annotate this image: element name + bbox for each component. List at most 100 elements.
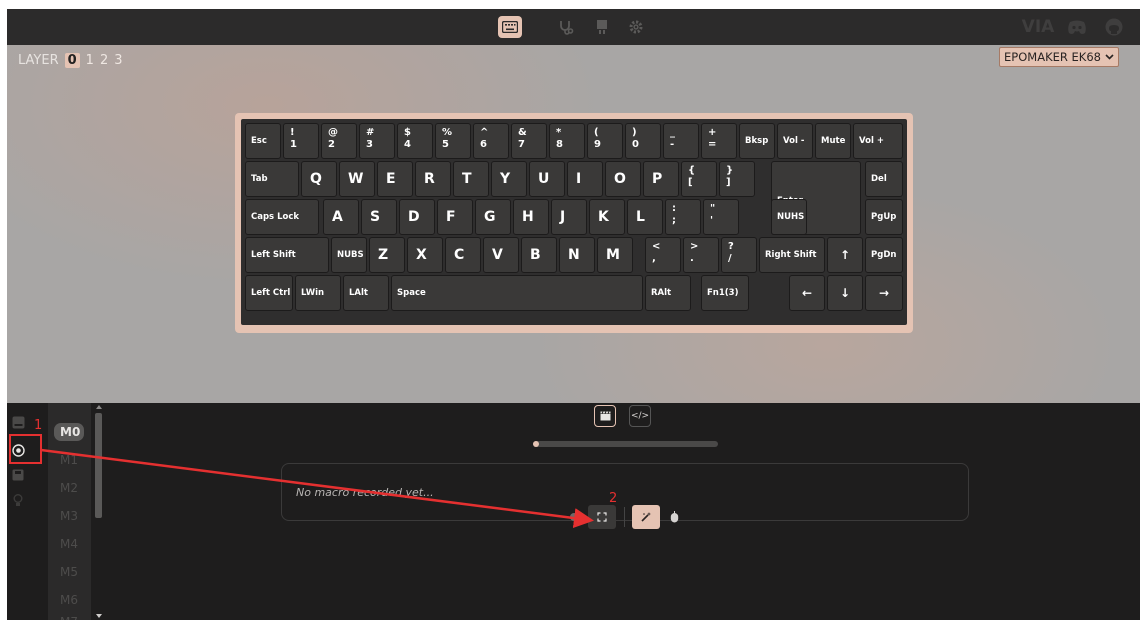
macro-item-m2[interactable]: M2 [54,479,86,497]
layer-2-button[interactable]: 2 [100,53,108,68]
macro-tab-recorder[interactable] [594,405,616,427]
nav-settings[interactable] [624,16,648,38]
nav-design[interactable] [590,16,614,38]
key-i[interactable]: I [567,161,603,197]
macro-item-m0[interactable]: M0 [54,423,84,441]
key-nuhs[interactable]: NUHS [771,199,807,235]
key-l[interactable]: L [627,199,663,235]
key-right-shift[interactable]: Right Shift [759,237,825,273]
scrollbar-thumb[interactable] [95,413,102,518]
sidebar-item-lighting[interactable] [11,493,25,507]
layer-3-button[interactable]: 3 [114,53,122,68]
macro-item-m1[interactable]: M1 [54,451,86,469]
macro-item-m4[interactable]: M4 [54,535,86,553]
key-j[interactable]: J [551,199,587,235]
macro-item-m7[interactable]: M7 [54,613,86,620]
key-space[interactable]: Space [391,275,643,311]
key-vol-up[interactable]: Vol + [853,123,903,159]
key-s[interactable]: S [361,199,397,235]
key-page-up[interactable]: PgUp [865,199,903,235]
key-0[interactable]: ) 0 [625,123,661,159]
key-e[interactable]: E [377,161,413,197]
macro-item-m6[interactable]: M6 [54,591,86,609]
key-p[interactable]: P [643,161,679,197]
key-arrow-down[interactable]: ↓ [827,275,863,311]
key-4[interactable]: $4 [397,123,433,159]
macro-item-m3[interactable]: M3 [54,507,86,525]
key-3[interactable]: #3 [359,123,395,159]
layer-0-button[interactable]: 0 [64,53,80,68]
key-k[interactable]: K [589,199,625,235]
key-6[interactable]: ^ 6 [473,123,509,159]
fullscreen-button[interactable] [588,505,616,529]
key-tab[interactable]: Tab [245,161,299,197]
key-a[interactable]: A [323,199,359,235]
key-h[interactable]: H [513,199,549,235]
key-delete[interactable]: Del [865,161,903,197]
key-y[interactable]: Y [491,161,527,197]
key-page-down[interactable]: PgDn [865,237,903,273]
key-nubs[interactable]: NUBS [331,237,367,273]
key-w[interactable]: W [339,161,375,197]
key-g[interactable]: G [475,199,511,235]
macro-tab-script[interactable]: </> [629,405,651,427]
key-v[interactable]: V [483,237,519,273]
key-x[interactable]: X [407,237,443,273]
key-left-win[interactable]: LWin [295,275,341,311]
key-fn[interactable]: Fn1(3) [701,275,749,311]
record-button[interactable] [560,505,588,529]
sidebar-item-keymap[interactable] [11,415,25,429]
key-backspace[interactable]: Bksp [739,123,775,159]
key-esc[interactable]: Esc [245,123,281,159]
github-icon[interactable] [1103,17,1125,37]
key-2[interactable]: @2 [321,123,357,159]
key-left-bracket[interactable]: {[ [681,161,717,197]
key-comma[interactable]: <, [645,237,681,273]
nav-test[interactable] [554,16,578,38]
key-arrow-up[interactable]: ↑ [827,237,863,273]
smart-optimize-button[interactable] [632,505,660,529]
key-d[interactable]: D [399,199,435,235]
key-8[interactable]: * 8 [549,123,585,159]
key-o[interactable]: O [605,161,641,197]
key-semicolon[interactable]: :; [665,199,701,235]
key-quote[interactable]: " ' [703,199,739,235]
key-f[interactable]: F [437,199,473,235]
key-period[interactable]: >. [683,237,719,273]
key-left-shift[interactable]: Left Shift [245,237,329,273]
key-minus[interactable]: _ - [663,123,699,159]
key-1[interactable]: ! 1 [283,123,319,159]
macro-item-m5[interactable]: M5 [54,563,86,581]
key-mute[interactable]: Mute [815,123,851,159]
scroll-down-arrow[interactable] [96,614,102,618]
key-vol-down[interactable]: Vol - [777,123,813,159]
nav-configure[interactable] [498,16,522,38]
va-logo-icon[interactable]: VIA [1021,17,1055,37]
key-m[interactable]: M [597,237,633,273]
keyboard-selector[interactable]: EPOMAKER EK68 [999,47,1119,67]
key-t[interactable]: T [453,161,489,197]
key-c[interactable]: C [445,237,481,273]
key-right-alt[interactable]: RAlt [645,275,691,311]
key-left-alt[interactable]: LAlt [343,275,389,311]
key-9[interactable]: (9 [587,123,623,159]
key-r[interactable]: R [415,161,451,197]
key-5[interactable]: % 5 [435,123,471,159]
discord-icon[interactable] [1065,17,1089,37]
key-slash[interactable]: ? / [721,237,757,273]
key-q[interactable]: Q [301,161,337,197]
sidebar-item-save[interactable] [11,468,25,482]
scroll-up-arrow[interactable] [96,405,102,409]
key-left-ctrl[interactable]: Left Ctrl [245,275,293,311]
key-7[interactable]: & 7 [511,123,547,159]
key-z[interactable]: Z [369,237,405,273]
key-b[interactable]: B [521,237,557,273]
key-equal[interactable]: + = [701,123,737,159]
macro-list-scrollbar[interactable] [94,403,103,620]
mouse-button[interactable] [660,505,688,529]
key-n[interactable]: N [559,237,595,273]
key-arrow-right[interactable]: → [865,275,903,311]
key-u[interactable]: U [529,161,565,197]
layer-1-button[interactable]: 1 [86,53,94,68]
key-arrow-left[interactable]: ← [789,275,825,311]
